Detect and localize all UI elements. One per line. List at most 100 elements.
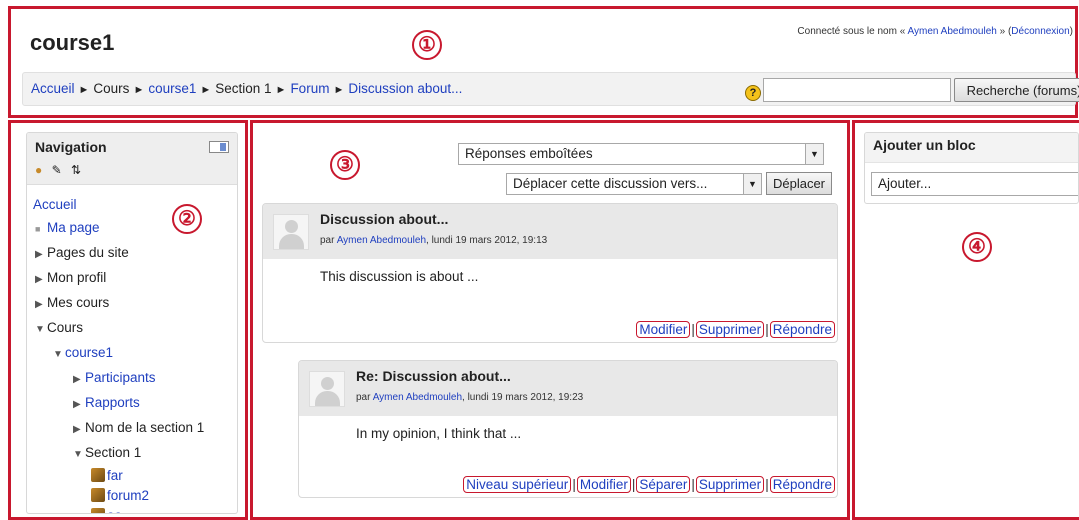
search-forums-button[interactable]: Recherche (forums) bbox=[954, 78, 1079, 102]
edit-icon[interactable]: ✎ bbox=[52, 163, 62, 177]
nav-item-far[interactable]: far bbox=[33, 466, 237, 486]
breadcrumb-separator-icon: ► bbox=[133, 84, 145, 96]
nav-item-label: course1 bbox=[65, 345, 114, 360]
nav-item-participants[interactable]: ▶ Participants bbox=[33, 366, 237, 391]
reply-post-link[interactable]: Répondre bbox=[769, 321, 835, 338]
expand-arrow-icon: ▶ bbox=[35, 249, 43, 260]
navigation-title: Navigation bbox=[35, 139, 107, 155]
nav-item-label: Rapports bbox=[85, 395, 140, 410]
help-icon[interactable]: ? bbox=[745, 85, 761, 101]
forum-post-reply: Re: Discussion about... par Aymen Abedmo… bbox=[298, 360, 838, 498]
login-middle: » ( bbox=[996, 26, 1012, 37]
annotation-marker-4: ④ bbox=[962, 232, 992, 262]
expand-arrow-icon: ▶ bbox=[73, 374, 81, 385]
collapse-arrow-icon: ▼ bbox=[35, 324, 45, 335]
split-post-link[interactable]: Séparer bbox=[636, 476, 691, 493]
post-byline: par Aymen Abedmouleh, lundi 19 mars 2012… bbox=[356, 392, 583, 403]
collapse-arrow-icon: ▼ bbox=[73, 449, 83, 460]
logout-link[interactable]: Déconnexion bbox=[1011, 26, 1069, 37]
nav-item-label: Cours bbox=[47, 320, 84, 335]
move-discussion-value: Déplacer cette discussion vers... bbox=[513, 176, 708, 191]
navigation-block: Navigation ● ✎ ⇅ Accueil ■ Ma page ▶ Pages… bbox=[26, 132, 238, 514]
move-discussion-button[interactable]: Déplacer bbox=[766, 172, 832, 195]
avatar[interactable] bbox=[309, 371, 345, 407]
nav-item-course1[interactable]: ▼ course1 bbox=[33, 341, 237, 366]
role-assign-icon[interactable]: ● bbox=[35, 163, 42, 177]
nav-item-my-profile[interactable]: ▶ Mon profil bbox=[33, 266, 237, 291]
move-icon[interactable]: ⇅ bbox=[71, 163, 81, 177]
post-subject: Re: Discussion about... bbox=[356, 368, 511, 384]
dock-block-icon[interactable] bbox=[209, 141, 229, 153]
nav-item-home[interactable]: Accueil bbox=[33, 193, 237, 216]
login-prefix: Connecté sous le nom « bbox=[797, 26, 908, 37]
nav-item-courses[interactable]: ▼ Cours bbox=[33, 316, 237, 341]
nav-item-label: Mes cours bbox=[47, 295, 110, 310]
avatar[interactable] bbox=[273, 214, 309, 250]
add-block-title: Ajouter un bloc bbox=[865, 133, 1078, 163]
post-commands: Niveau supérieur | Modifier | Séparer | Suppri… bbox=[463, 476, 835, 493]
nav-item-label: far bbox=[107, 468, 123, 483]
chevron-down-icon: ▼ bbox=[743, 174, 761, 194]
move-discussion-select[interactable]: Déplacer cette discussion vers... ▼ bbox=[506, 173, 762, 195]
login-suffix: ) bbox=[1069, 26, 1073, 37]
post-subject: Discussion about... bbox=[320, 211, 449, 227]
nav-item-label: Ma page bbox=[47, 220, 100, 235]
block-tools: ● ✎ ⇅ bbox=[35, 163, 87, 177]
annotation-marker-3: ③ bbox=[330, 150, 360, 180]
expand-arrow-icon: ▶ bbox=[73, 399, 81, 410]
post-date: , lundi 19 mars 2012, 19:13 bbox=[426, 235, 548, 246]
expand-arrow-icon: ▶ bbox=[35, 299, 43, 310]
parent-post-link[interactable]: Niveau supérieur bbox=[463, 476, 572, 493]
nav-item-label: Pages du site bbox=[47, 245, 129, 260]
add-block-select[interactable]: Ajouter... bbox=[871, 172, 1078, 196]
bullet-icon: ■ bbox=[35, 224, 41, 234]
breadcrumb-home[interactable]: Accueil bbox=[31, 81, 75, 96]
breadcrumb-section: Section 1 bbox=[215, 81, 272, 96]
post-header: Re: Discussion about... par Aymen Abedmo… bbox=[299, 361, 837, 416]
nav-item-label: Participants bbox=[85, 370, 156, 385]
navigation-tree: Accueil ■ Ma page ▶ Pages du site ▶ Mon pro… bbox=[27, 185, 237, 513]
breadcrumb: Accueil ► Cours ► course1 ► Section 1 ► Forum ► Di… bbox=[31, 81, 462, 96]
byline-prefix: par bbox=[356, 392, 373, 403]
delete-post-link[interactable]: Supprimer bbox=[695, 321, 765, 338]
breadcrumb-separator-icon: ► bbox=[200, 84, 212, 96]
forum-icon bbox=[91, 508, 105, 513]
post-byline: par Aymen Abedmouleh, lundi 19 mars 2012… bbox=[320, 235, 547, 246]
nav-item-my-courses[interactable]: ▶ Mes cours bbox=[33, 291, 237, 316]
reply-post-link[interactable]: Répondre bbox=[769, 476, 835, 493]
search-input[interactable] bbox=[763, 78, 951, 102]
annotation-marker-2: ② bbox=[172, 204, 202, 234]
display-mode-select[interactable]: Réponses emboîtées ▼ bbox=[458, 143, 824, 165]
post-body: In my opinion, I think that ... bbox=[356, 426, 522, 441]
post-author-link[interactable]: Aymen Abedmouleh bbox=[337, 235, 426, 246]
breadcrumb-cours: Cours bbox=[93, 81, 130, 96]
post-body: This discussion is about ... bbox=[320, 269, 479, 284]
nav-item-reports[interactable]: ▶ Rapports bbox=[33, 391, 237, 416]
edit-post-link[interactable]: Modifier bbox=[576, 476, 631, 493]
edit-post-link[interactable]: Modifier bbox=[636, 321, 691, 338]
nav-item-label: Mon profil bbox=[47, 270, 107, 285]
nav-item-my-page[interactable]: ■ Ma page bbox=[33, 216, 237, 241]
expand-arrow-icon: ▶ bbox=[73, 424, 81, 435]
nav-item-section-1[interactable]: ▼ Section 1 bbox=[33, 441, 237, 466]
breadcrumb-discussion[interactable]: Discussion about... bbox=[348, 81, 462, 96]
post-date: , lundi 19 mars 2012, 19:23 bbox=[462, 392, 584, 403]
forum-icon bbox=[91, 468, 105, 482]
page-title: course1 bbox=[30, 30, 115, 55]
breadcrumb-forum[interactable]: Forum bbox=[290, 81, 329, 96]
byline-prefix: par bbox=[320, 235, 337, 246]
breadcrumb-course[interactable]: course1 bbox=[148, 81, 196, 96]
collapse-arrow-icon: ▼ bbox=[53, 349, 63, 360]
forum-post: Discussion about... par Aymen Abedmouleh… bbox=[262, 203, 838, 343]
add-block-block: Ajouter un bloc Ajouter... bbox=[864, 132, 1079, 204]
post-header: Discussion about... par Aymen Abedmouleh… bbox=[263, 204, 837, 259]
user-name-link[interactable]: Aymen Abedmouleh bbox=[908, 26, 997, 37]
nav-item-site-pages[interactable]: ▶ Pages du site bbox=[33, 241, 237, 266]
post-author-link[interactable]: Aymen Abedmouleh bbox=[373, 392, 462, 403]
delete-post-link[interactable]: Supprimer bbox=[695, 476, 765, 493]
nav-item-section-name[interactable]: ▶ Nom de la section 1 bbox=[33, 416, 237, 441]
login-info: Connecté sous le nom « Aymen Abedmouleh … bbox=[797, 26, 1073, 37]
nav-item-forum2[interactable]: forum2 bbox=[33, 486, 237, 506]
nav-item-aa[interactable]: aa bbox=[33, 506, 237, 513]
nav-item-label: Section 1 bbox=[85, 445, 142, 460]
